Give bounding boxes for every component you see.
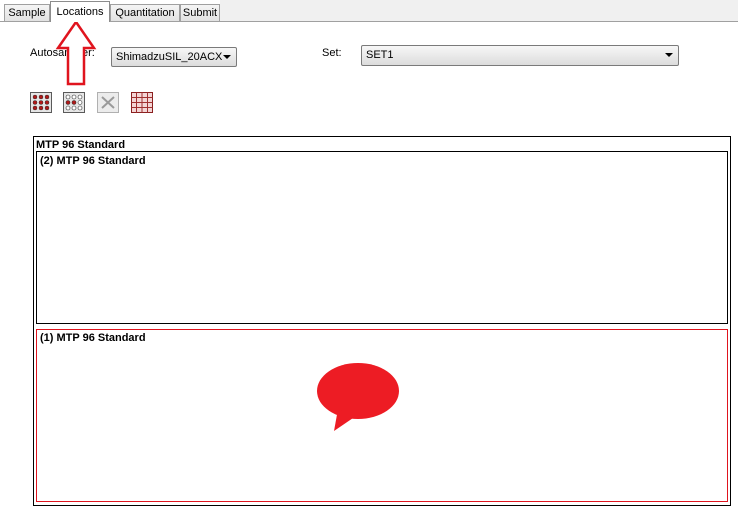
- tab-bar-background: [220, 0, 738, 21]
- clear-icon[interactable]: [97, 92, 119, 113]
- plate-1-label: (1) MTP 96 Standard: [40, 332, 146, 344]
- set-label: Set:: [322, 47, 342, 59]
- set-value: SET1: [366, 49, 394, 61]
- tab-bar: Sample Locations Quantitation Submit: [0, 0, 738, 22]
- plate-select-all-icon[interactable]: [30, 92, 52, 113]
- autosampler-select[interactable]: ShimadzuSIL_20ACX: [111, 47, 237, 67]
- chevron-down-icon: [223, 55, 231, 59]
- container-title: MTP 96 Standard: [36, 139, 126, 151]
- speech-bubble-icon: [317, 363, 399, 431]
- tab-quantitation[interactable]: Quantitation: [110, 4, 180, 21]
- set-select[interactable]: SET1: [361, 45, 679, 66]
- plate-select-icon[interactable]: [63, 92, 85, 113]
- chevron-down-icon: [665, 53, 673, 57]
- plate-2-label: (2) MTP 96 Standard: [40, 155, 146, 167]
- autosampler-value: ShimadzuSIL_20ACX: [116, 51, 223, 63]
- tab-sample[interactable]: Sample: [4, 4, 50, 21]
- plate-panel-2[interactable]: [36, 151, 728, 324]
- tab-submit[interactable]: Submit: [180, 4, 220, 21]
- arrow-up-annotation-icon: [55, 20, 97, 86]
- grid-icon[interactable]: [131, 92, 153, 113]
- tab-locations[interactable]: Locations: [50, 1, 110, 22]
- tab-divider: [0, 21, 738, 22]
